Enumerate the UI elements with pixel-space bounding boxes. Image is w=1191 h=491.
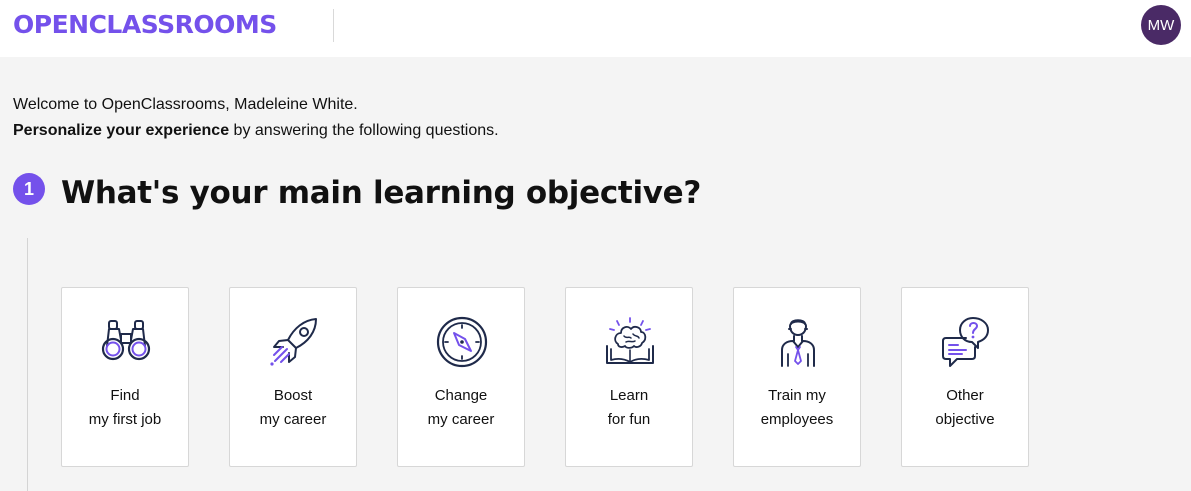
welcome-text: Welcome to OpenClassrooms, Madeleine Whi…: [13, 92, 499, 144]
option-label-line1: Learn: [609, 387, 649, 404]
option-find-first-job[interactable]: Find my first job: [61, 287, 189, 467]
option-train-employees[interactable]: Train my employees: [733, 287, 861, 467]
option-label-line2: employees: [760, 411, 834, 428]
question-title: What's your main learning objective?: [61, 175, 702, 211]
compass-icon: [436, 316, 488, 368]
option-label: Other objective: [902, 384, 1028, 432]
openclassrooms-logo[interactable]: OPENCLASSROOMS: [13, 11, 277, 39]
option-boost-career[interactable]: Boost my career: [229, 287, 357, 467]
question-bubbles-icon: [940, 316, 992, 368]
personalize-bold: Personalize your experience: [13, 122, 230, 139]
employee-icon: [772, 316, 824, 368]
step-number-badge: 1: [13, 173, 45, 205]
welcome-line: Welcome to OpenClassrooms, Madeleine Whi…: [13, 96, 358, 113]
option-label-line2: my career: [259, 411, 327, 428]
personalize-line: Personalize your experience by answering…: [13, 118, 499, 144]
option-label-line1: Other: [946, 387, 984, 404]
option-learn-for-fun[interactable]: Learn for fun: [565, 287, 693, 467]
personalize-rest: by answering the following questions.: [229, 122, 499, 139]
option-label: Boost my career: [230, 384, 356, 432]
option-label-line2: objective: [935, 411, 995, 428]
option-label: Find my first job: [62, 384, 188, 432]
option-label-line2: my first job: [88, 411, 162, 428]
option-label-line1: Train my: [768, 387, 826, 404]
option-label-line2: my career: [427, 411, 495, 428]
option-label-line1: Find: [110, 387, 140, 404]
option-label: Train my employees: [734, 384, 860, 432]
user-avatar[interactable]: MW: [1141, 5, 1181, 45]
option-label-line2: for fun: [607, 411, 651, 428]
option-label-line1: Boost: [273, 387, 313, 404]
option-label: Learn for fun: [566, 384, 692, 432]
topbar-divider: [333, 9, 334, 42]
option-other-objective[interactable]: Other objective: [901, 287, 1029, 467]
brain-book-icon: [604, 316, 656, 368]
option-label-line1: Change: [434, 387, 488, 404]
option-change-career[interactable]: Change my career: [397, 287, 525, 467]
step-rail-line: [27, 238, 28, 491]
top-bar: OPENCLASSROOMS MW: [0, 0, 1191, 57]
option-label: Change my career: [398, 384, 524, 432]
rocket-icon: [268, 316, 320, 368]
binoculars-icon: [100, 316, 152, 368]
